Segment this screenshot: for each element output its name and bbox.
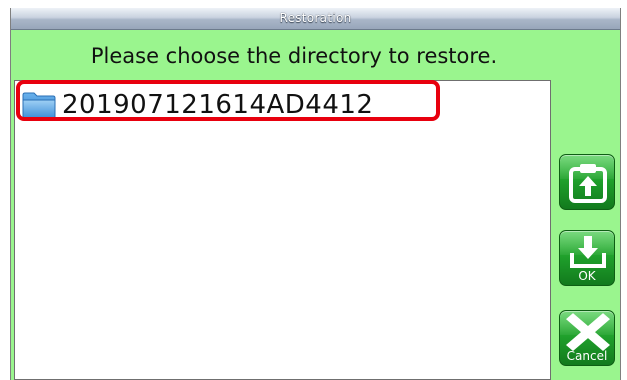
title-bar: Restoration (11, 8, 620, 30)
cancel-button[interactable]: Cancel (559, 310, 615, 366)
directory-item[interactable]: 201907121614AD4412 (22, 88, 373, 122)
directory-name: 201907121614AD4412 (62, 90, 374, 120)
restore-clipboard-icon (569, 164, 607, 203)
ok-label: OK (578, 269, 596, 283)
window-title: Restoration (279, 11, 352, 25)
instruction-text: Please choose the directory to restore. (90, 44, 498, 68)
directory-list[interactable]: 201907121614AD4412 (14, 80, 551, 380)
restore-button[interactable] (559, 154, 615, 210)
cancel-label: Cancel (566, 349, 608, 363)
folder-icon (22, 91, 56, 119)
restoration-window: Restoration Please choose the directory … (10, 8, 621, 380)
ok-button[interactable]: OK (559, 230, 615, 286)
